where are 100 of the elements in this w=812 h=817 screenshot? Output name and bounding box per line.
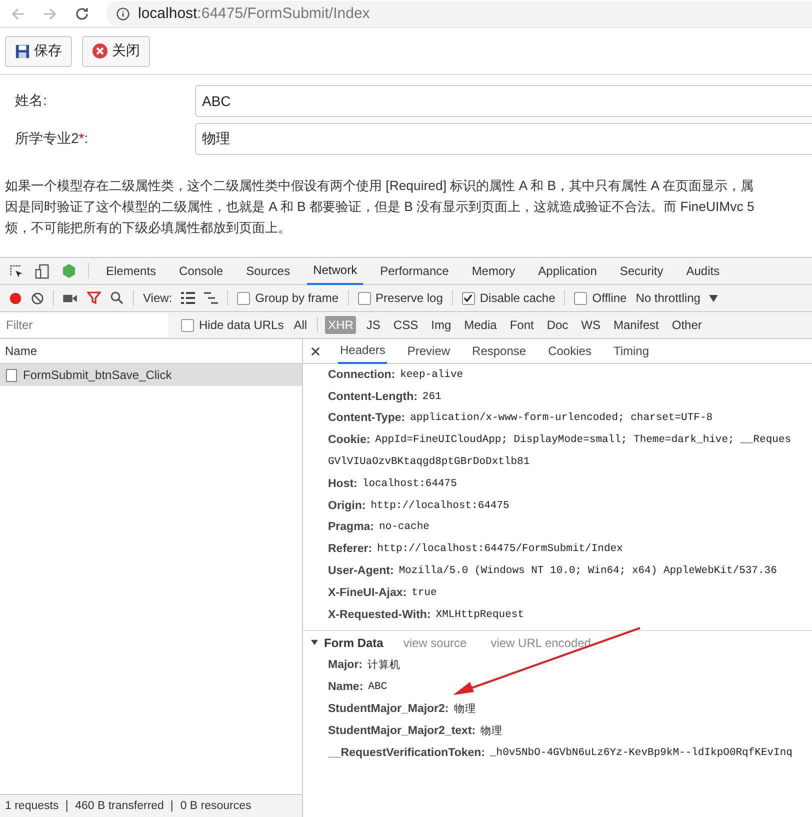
checkbox[interactable]: [358, 292, 371, 304]
option-checkbox[interactable]: Disable cache: [462, 291, 556, 305]
clear-icon[interactable]: [31, 292, 44, 304]
header-value: Mozilla/5.0 (Windows NT 10.0; Win64; x64) AppleWebKit/537.36: [398, 565, 777, 578]
header-name: Content-Length:: [328, 390, 418, 403]
hide-data-urls-checkbox[interactable]: Hide data URLs: [181, 318, 284, 332]
form-data-value: _h0v5NbO-4GVbN6uLz6Yz-KevBp9kM--ldIkpO0RqfKEvInq: [490, 746, 792, 759]
type-filter-button[interactable]: Other: [668, 316, 705, 334]
header-name: X-FineUI-Ajax:: [328, 586, 407, 599]
field-label: 所学专业2*:: [15, 130, 90, 148]
video-camera-icon[interactable]: [63, 292, 78, 304]
type-filter-button[interactable]: Manifest: [610, 316, 662, 334]
devtools-tab[interactable]: Audits: [680, 258, 726, 284]
filter-input[interactable]: Filter: [0, 313, 168, 337]
list-view-icon[interactable]: [181, 292, 196, 304]
checkbox-label: Group by frame: [255, 291, 339, 305]
header-value: AppId=FineUICloudApp; DisplayMode=small; Theme=dark_hive; __Reques: [375, 434, 792, 446]
close-icon: [92, 43, 108, 59]
checkbox[interactable]: [462, 292, 475, 304]
view-label: View:: [143, 291, 172, 305]
detail-tab[interactable]: Cookies: [546, 339, 594, 363]
header-value: XMLHttpRequest: [436, 608, 524, 621]
waterfall-view-icon[interactable]: [204, 292, 218, 304]
checkbox[interactable]: [574, 292, 588, 304]
throttling-select[interactable]: No throttling: [636, 291, 700, 305]
type-filter-button[interactable]: All: [290, 316, 310, 334]
info-icon: [116, 6, 130, 20]
header-value: application/x-www-form-urlencoded; charset=UTF-8: [410, 412, 713, 424]
form-data-value: 计算机: [368, 658, 400, 672]
type-filter-button[interactable]: Font: [506, 316, 537, 334]
text-input[interactable]: ABC: [195, 85, 812, 117]
header-value: localhost:64475: [362, 478, 457, 490]
header-value: keep-alive: [400, 368, 464, 381]
header-name: X-Requested-With:: [328, 608, 431, 621]
device-toolbar-icon[interactable]: [35, 264, 50, 278]
option-checkbox[interactable]: Offline: [574, 291, 627, 305]
view-link[interactable]: view URL encoded: [490, 636, 591, 650]
request-row[interactable]: FormSubmit_btnSave_Click: [0, 364, 302, 386]
checkbox[interactable]: [181, 318, 194, 332]
expand-triangle-icon[interactable]: [311, 639, 318, 646]
filter-icon[interactable]: [87, 291, 101, 305]
checkbox-label: Offline: [592, 291, 627, 305]
devtools-tab[interactable]: Security: [614, 258, 670, 284]
header-name: Origin:: [328, 500, 366, 512]
dropdown-caret-icon[interactable]: [709, 294, 718, 302]
type-filter-button[interactable]: CSS: [390, 316, 422, 334]
search-icon[interactable]: [110, 291, 124, 305]
text-input[interactable]: 物理: [195, 123, 812, 155]
header-value: true: [412, 586, 437, 599]
form-data-value: ABC: [368, 681, 388, 694]
status-bar: 1 requests ❘ 460 B transferred ❘ 0 B resources: [0, 794, 302, 817]
header-name: Connection:: [328, 368, 396, 381]
section-title: Form Data: [324, 636, 384, 650]
close-icon[interactable]: [311, 346, 320, 356]
detail-tab[interactable]: Preview: [405, 339, 452, 363]
detail-tab[interactable]: Response: [470, 339, 528, 363]
url-text: localhost:64475/FormSubmit/Index: [138, 5, 370, 22]
checkbox-label: Preserve log: [376, 291, 443, 305]
header-value: http://localhost:64475/FormSubmit/Index: [377, 543, 623, 556]
header-value: GVlVIUaOzvBKtaqgd8ptGBrDoDxtlb81: [328, 456, 530, 468]
detail-tab[interactable]: Headers: [338, 339, 388, 364]
header-name: Pragma:: [328, 521, 374, 534]
type-filter-button[interactable]: JS: [363, 316, 384, 334]
devtools-tab[interactable]: Console: [173, 258, 230, 284]
header-name: Content-Type:: [328, 412, 406, 424]
devtools-tab[interactable]: Performance: [374, 258, 455, 284]
checkbox-label: Hide data URLs: [199, 318, 284, 332]
description-paragraph: 如果一个模型存在二级属性类，这个二级属性类中假设有两个使用 [Required] 标识的属性 A 和 B，其中只有属性 A 在页面显示，属 因是同时验证了这个模型的二级属性，也就是 A 和 B 都要验证，但是 B 没有显示到页面上，这就造成验证不合法。而 FineUIMvc 5 烦，不可能把所有的下级必填属性都放到页面上。: [4, 177, 756, 237]
checkbox[interactable]: [237, 292, 250, 304]
header-name: Host:: [328, 478, 358, 490]
detail-tab[interactable]: Timing: [611, 339, 652, 363]
header-name: Cookie:: [328, 434, 370, 446]
form-data-value: 物理: [480, 724, 503, 738]
close-button[interactable]: 关闭: [82, 36, 150, 66]
header-value: http://localhost:64475: [370, 500, 510, 512]
devtools-tab[interactable]: Sources: [240, 258, 296, 284]
header-name: User-Agent:: [328, 565, 394, 578]
inspect-element-icon[interactable]: [9, 264, 24, 278]
field-label: 姓名:: [15, 92, 48, 110]
header-value: 261: [422, 390, 442, 403]
save-button[interactable]: 保存: [5, 36, 72, 66]
type-filter-button[interactable]: Doc: [544, 316, 572, 334]
form-data-name: StudentMajor_Major2_text:: [328, 724, 476, 737]
url-field[interactable]: localhost:64475/FormSubmit/Index: [106, 1, 812, 26]
checkbox-label: Disable cache: [480, 291, 556, 305]
form-data-name: Name:: [328, 681, 364, 694]
reload-icon[interactable]: [74, 6, 90, 22]
view-link[interactable]: view source: [403, 636, 467, 650]
record-icon[interactable]: [9, 292, 22, 304]
form-data-name: Major:: [328, 659, 362, 672]
type-filter-button[interactable]: Img: [428, 316, 454, 334]
type-filter-button[interactable]: Media: [461, 316, 500, 334]
option-checkbox[interactable]: Group by frame: [237, 291, 339, 305]
header-value: no-cache: [379, 521, 430, 534]
type-filter-button[interactable]: WS: [578, 316, 604, 334]
form-data-name: StudentMajor_Major2:: [328, 703, 449, 716]
devtools-tab[interactable]: Memory: [466, 258, 522, 284]
devtools-tab[interactable]: Elements: [100, 258, 162, 284]
option-checkbox[interactable]: Preserve log: [358, 291, 443, 305]
devtools-tab[interactable]: Application: [532, 258, 603, 284]
